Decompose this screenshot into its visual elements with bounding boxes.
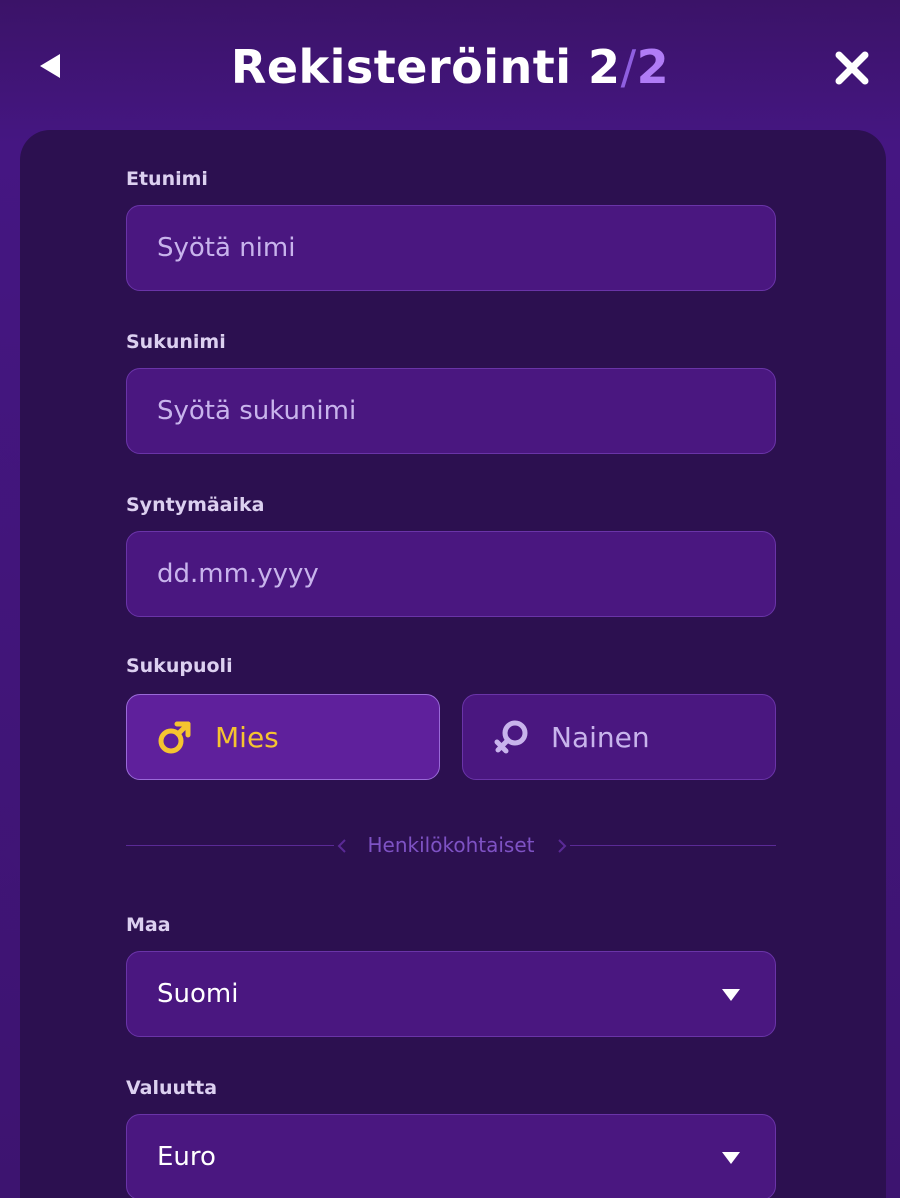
dropdown-caret-icon bbox=[722, 989, 740, 1001]
last-name-label: Sukunimi bbox=[126, 331, 226, 353]
close-icon bbox=[835, 51, 869, 85]
last-name-placeholder: Syötä sukunimi bbox=[157, 396, 357, 426]
gender-label: Sukupuoli bbox=[126, 655, 233, 677]
country-select[interactable]: Suomi bbox=[126, 951, 776, 1037]
page-title: Rekisteröinti 2/2 bbox=[0, 40, 900, 94]
chevron-right-icon bbox=[558, 839, 567, 853]
title-text: Rekisteröinti bbox=[230, 40, 572, 94]
header-bar: Rekisteröinti 2/2 bbox=[0, 0, 900, 130]
country-label: Maa bbox=[126, 914, 171, 936]
birthdate-label: Syntymäaika bbox=[126, 494, 265, 516]
currency-value: Euro bbox=[157, 1142, 216, 1172]
last-name-input[interactable]: Syötä sukunimi bbox=[126, 368, 776, 454]
country-value: Suomi bbox=[157, 979, 239, 1009]
birthdate-input[interactable]: dd.mm.yyyy bbox=[126, 531, 776, 617]
gender-male-button[interactable]: Mies bbox=[126, 694, 440, 780]
male-symbol-icon bbox=[158, 721, 191, 754]
step-separator: / bbox=[620, 40, 637, 94]
currency-select[interactable]: Euro bbox=[126, 1114, 776, 1198]
currency-label: Valuutta bbox=[126, 1077, 218, 1099]
section-divider: Henkilökohtaiset bbox=[126, 830, 776, 860]
first-name-placeholder: Syötä nimi bbox=[157, 233, 296, 263]
gender-female-label: Nainen bbox=[551, 720, 650, 754]
female-symbol-icon bbox=[494, 720, 528, 754]
step-total: 2 bbox=[636, 40, 670, 94]
gender-male-label: Mies bbox=[215, 720, 279, 754]
dropdown-caret-icon bbox=[722, 1152, 740, 1164]
first-name-input[interactable]: Syötä nimi bbox=[126, 205, 776, 291]
close-button[interactable] bbox=[830, 46, 874, 90]
step-current: 2 bbox=[588, 40, 621, 94]
birthdate-placeholder: dd.mm.yyyy bbox=[157, 559, 319, 589]
first-name-label: Etunimi bbox=[126, 168, 208, 190]
gender-female-button[interactable]: Nainen bbox=[462, 694, 776, 780]
divider-line-right bbox=[570, 845, 776, 846]
